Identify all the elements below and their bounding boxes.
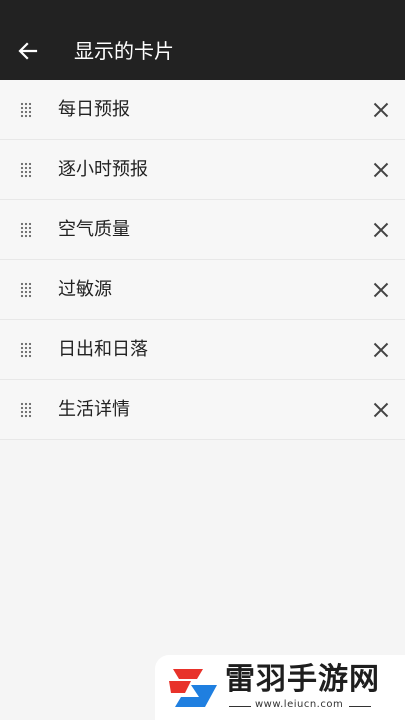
drag-handle-icon[interactable] (20, 162, 32, 178)
page-title: 显示的卡片 (74, 39, 174, 63)
card-label: 日出和日落 (58, 339, 148, 360)
watermark-divider (229, 706, 251, 707)
drag-handle-icon[interactable] (20, 222, 32, 238)
list-item: 逐小时预报 (0, 140, 405, 200)
drag-handle-icon[interactable] (20, 102, 32, 118)
card-list: 每日预报 逐小时预报 空气质量 过敏源 日出和日落 生活详情 (0, 80, 405, 440)
remove-card-button[interactable] (369, 216, 393, 244)
remove-card-button[interactable] (369, 336, 393, 364)
card-label: 每日预报 (58, 99, 130, 120)
card-label: 生活详情 (58, 399, 130, 420)
close-icon (373, 402, 389, 418)
card-label: 空气质量 (58, 219, 130, 240)
drag-handle-icon[interactable] (20, 282, 32, 298)
list-item: 生活详情 (0, 380, 405, 440)
card-label: 过敏源 (58, 279, 112, 300)
list-item: 空气质量 (0, 200, 405, 260)
site-logo-icon (169, 669, 217, 707)
drag-handle-icon[interactable] (20, 342, 32, 358)
remove-card-button[interactable] (369, 96, 393, 124)
back-button[interactable] (10, 33, 46, 69)
watermark-divider (349, 706, 371, 707)
close-icon (373, 102, 389, 118)
close-icon (373, 222, 389, 238)
remove-card-button[interactable] (369, 396, 393, 424)
watermark-title: 雷羽手游网 (225, 662, 380, 697)
list-item: 日出和日落 (0, 320, 405, 380)
remove-card-button[interactable] (369, 276, 393, 304)
list-item: 过敏源 (0, 260, 405, 320)
app-bar: 显示的卡片 (0, 0, 405, 80)
close-icon (373, 342, 389, 358)
remove-card-button[interactable] (369, 156, 393, 184)
close-icon (373, 162, 389, 178)
arrow-left-icon (18, 42, 38, 60)
watermark-url: www.leiucn.com (255, 699, 344, 710)
site-watermark: 雷羽手游网 www.leiucn.com (155, 655, 405, 720)
list-item: 每日预报 (0, 80, 405, 140)
card-label: 逐小时预报 (58, 159, 148, 180)
drag-handle-icon[interactable] (20, 402, 32, 418)
close-icon (373, 282, 389, 298)
